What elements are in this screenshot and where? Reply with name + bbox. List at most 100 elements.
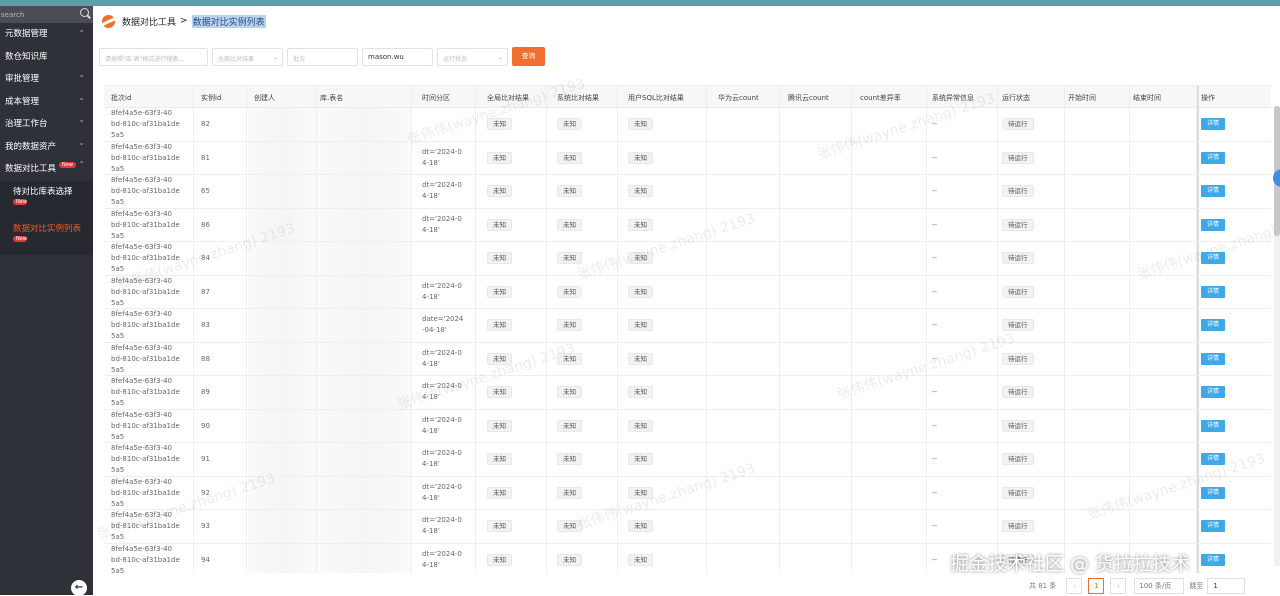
run-status-tag: 待运行 <box>1002 218 1034 231</box>
detail-button[interactable]: 详情 <box>1201 252 1225 264</box>
detail-button[interactable]: 详情 <box>1201 185 1225 197</box>
system-error-info: -- <box>932 488 938 497</box>
run-status-tag: 待运行 <box>1002 453 1034 465</box>
page-size-select[interactable]: 100 条/页 <box>1134 578 1185 594</box>
detail-button[interactable]: 详情 <box>1201 352 1225 365</box>
sidebar-subitem-select-tables[interactable]: 待对比库表选择 New <box>0 181 93 218</box>
system-error-info: -- <box>932 254 938 262</box>
table-row: 8fef4a5e-63f3-40 bd-810c-af31ba1de 5a5 92 dt… <box>104 477 1271 510</box>
global-result-placeholder: 全局比对结果 <box>218 55 255 63</box>
partition-line: dt='2024-0 <box>422 449 462 457</box>
partition-line: 4-18' <box>422 225 440 234</box>
app-logo-icon <box>102 14 115 28</box>
page-number[interactable]: 1 <box>1088 578 1105 594</box>
column-header: 腾讯云count <box>788 94 829 102</box>
partition-line: dt='2024-0 <box>422 482 462 491</box>
batch-id-line: bd-810c-af31ba1de <box>111 488 180 497</box>
sidebar-item-governance[interactable]: 治理工作台 ⌄ <box>0 113 93 136</box>
batch-input[interactable]: 批次 <box>287 47 358 66</box>
sidebar-item-cost[interactable]: 成本管理 ⌄ <box>0 91 93 114</box>
new-badge: New <box>13 235 27 242</box>
batch-id-line: 8fef4a5e-63f3-40 <box>111 343 172 352</box>
sidebar-item-label: 我的数据资产 <box>5 141 57 152</box>
total-count: 共 81 条 <box>1029 582 1057 590</box>
detail-button[interactable]: 详情 <box>1201 285 1225 298</box>
global-result-tag: 未知 <box>487 352 512 365</box>
user-sql-result-tag: 未知 <box>628 218 653 231</box>
detail-button[interactable]: 详情 <box>1201 553 1225 566</box>
breadcrumb-parent[interactable]: 数据对比工具 <box>122 15 176 28</box>
run-status-placeholder: 运行状态 <box>443 55 468 63</box>
table-search-input[interactable]: 请按照"库.表"格式进行搜索... <box>99 47 208 66</box>
batch-id-line: 5a5 <box>111 332 125 340</box>
system-result-tag: 未知 <box>557 252 582 264</box>
batch-id-line: 8fef4a5e-63f3-40 <box>111 109 172 117</box>
run-status-tag: 待运行 <box>1002 520 1034 532</box>
global-result-tag: 未知 <box>487 151 512 164</box>
sidebar-item-label: 治理工作台 <box>5 119 48 129</box>
detail-button[interactable]: 详情 <box>1201 520 1225 532</box>
partition-line: 4-18' <box>422 460 440 468</box>
system-result-tag: 未知 <box>557 185 582 197</box>
table-row: 8fef4a5e-63f3-40 bd-810c-af31ba1de 5a5 93 dt… <box>104 510 1271 544</box>
detail-button[interactable]: 详情 <box>1201 218 1225 231</box>
run-status-select[interactable]: 运行状态 ⌄ <box>437 47 508 66</box>
chevron-down-icon: ⌄ <box>78 25 85 34</box>
global-result-tag: 未知 <box>487 553 512 566</box>
table-row: 8fef4a5e-63f3-40 bd-810c-af31ba1de 5a5 81 dt… <box>104 142 1271 175</box>
collapse-sidebar-icon[interactable]: ← <box>71 580 87 596</box>
column-header: count差异率 <box>860 94 901 102</box>
batch-id-line: 5a5 <box>111 533 125 541</box>
next-page-icon[interactable]: › <box>1110 578 1127 594</box>
sidebar-subitem-label: 数据对比实例列表 <box>13 223 82 234</box>
new-badge: New <box>13 198 27 205</box>
sidebar-item-knowledge-base[interactable]: 数仓知识库 <box>0 46 93 69</box>
column-header: 华为云count <box>718 94 759 102</box>
user-sql-result-tag: 未知 <box>628 185 653 197</box>
sidebar-search[interactable]: search <box>0 6 93 23</box>
run-status-tag: 待运行 <box>1002 285 1034 298</box>
goto-input[interactable]: 1 <box>1207 578 1246 594</box>
sidebar-subitem-label: 待对比库表选择 <box>13 186 73 197</box>
global-result-tag: 未知 <box>487 285 512 298</box>
detail-button[interactable]: 详情 <box>1201 419 1225 432</box>
sidebar-item-compare-tool[interactable]: 数据对比工具 New ⌃ <box>0 158 93 181</box>
table-row: 8fef4a5e-63f3-40 bd-810c-af31ba1de 5a5 88 dt… <box>104 343 1271 376</box>
sidebar-subitem-instance-list[interactable]: 数据对比实例列表 New <box>0 218 93 255</box>
instance-id: 93 <box>201 522 210 530</box>
user-sql-result-tag: 未知 <box>628 553 653 566</box>
chevron-down-icon: ⌄ <box>78 70 85 79</box>
column-header: 库.表名 <box>320 94 344 102</box>
breadcrumb-current: 数据对比实例列表 <box>191 14 266 28</box>
prev-page-icon[interactable]: ‹ <box>1066 578 1083 594</box>
detail-button[interactable]: 详情 <box>1201 386 1225 398</box>
sidebar-item-approval[interactable]: 审批管理 ⌄ <box>0 68 93 91</box>
search-icon[interactable] <box>80 8 89 17</box>
creator-input[interactable]: mason.wu <box>362 47 433 66</box>
batch-id-line: 5a5 <box>111 198 125 206</box>
global-result-select[interactable]: 全局比对结果 ⌄ <box>212 47 283 66</box>
query-button[interactable]: 查询 <box>512 47 545 66</box>
search-input[interactable]: search <box>1 11 24 19</box>
detail-button[interactable]: 详情 <box>1201 486 1225 499</box>
detail-button[interactable]: 详情 <box>1201 319 1225 331</box>
detail-button[interactable]: 详情 <box>1201 453 1225 465</box>
batch-id-line: bd-810c-af31ba1de <box>111 287 180 296</box>
detail-button[interactable]: 详情 <box>1201 118 1225 130</box>
sidebar-item-my-assets[interactable]: 我的数据资产 ⌄ <box>0 136 93 159</box>
partition-line: 4-18' <box>422 426 440 435</box>
table-row: 8fef4a5e-63f3-40 bd-810c-af31ba1de 5a5 90 dt… <box>104 410 1271 443</box>
system-error-info: -- <box>932 455 938 463</box>
detail-button[interactable]: 详情 <box>1201 151 1225 164</box>
instance-id: 92 <box>201 488 210 497</box>
system-error-info: -- <box>932 287 938 296</box>
partition-line: dt='2024-0 <box>422 181 462 189</box>
column-header: 开始时间 <box>1068 94 1096 102</box>
system-result-tag: 未知 <box>557 218 582 231</box>
global-result-tag: 未知 <box>487 453 512 465</box>
batch-id-line: 5a5 <box>111 499 125 508</box>
user-sql-result-tag: 未知 <box>628 319 653 331</box>
batch-id-line: bd-810c-af31ba1de <box>111 220 180 229</box>
batch-id-line: bd-810c-af31ba1de <box>111 388 180 396</box>
sidebar-item-metadata[interactable]: 元数据管理 ⌄ <box>0 23 93 46</box>
